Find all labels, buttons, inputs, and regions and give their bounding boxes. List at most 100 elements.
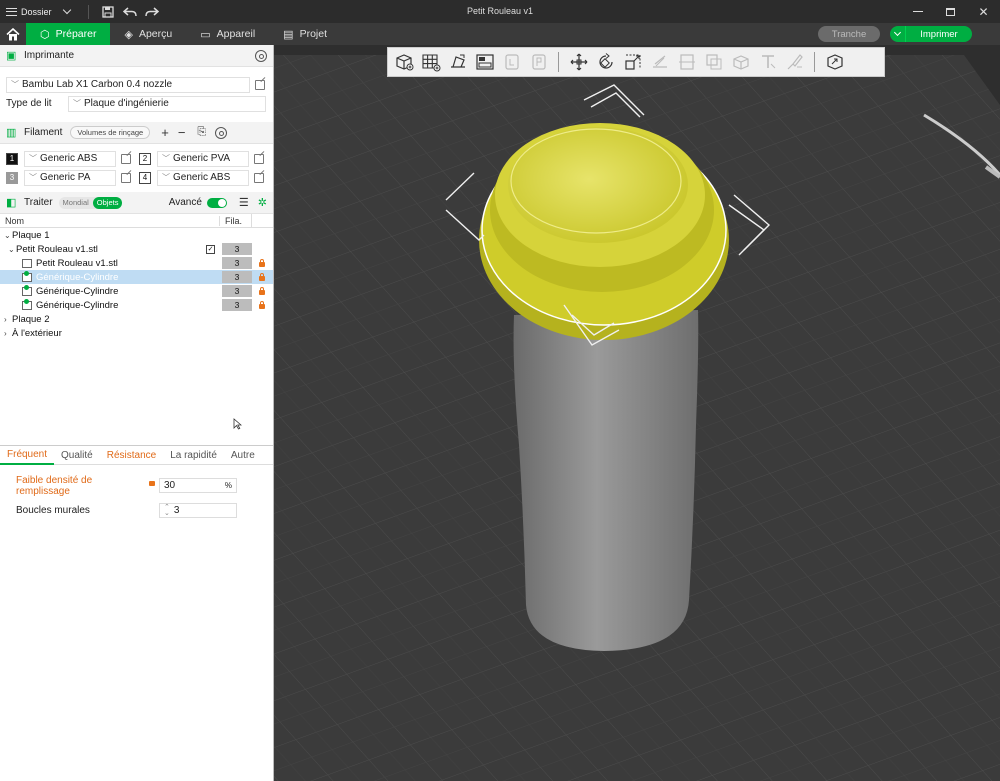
printer-select[interactable]: ﹀ Bambu Lab X1 Carbon 0.4 nozzle [6, 76, 250, 93]
tree-row-part-selected[interactable]: Générique-Cylindre 3 [0, 270, 273, 284]
gear-icon[interactable] [255, 49, 267, 62]
undo-button[interactable] [119, 0, 141, 23]
tab-quality[interactable]: Qualité [54, 445, 100, 465]
filament-select[interactable]: ﹀ Generic ABS [24, 150, 116, 167]
tree-row-plate[interactable]: › Plaque 2 [0, 312, 273, 326]
seam-paint-button[interactable] [754, 49, 781, 75]
flush-volumes-button[interactable]: Volumes de rinçage [70, 126, 151, 139]
cut-tool-button[interactable] [673, 49, 700, 75]
settings-tree-icon[interactable]: ✲ [258, 196, 267, 209]
color-paint-button[interactable] [781, 49, 808, 75]
print-options-dropdown[interactable] [890, 26, 906, 42]
advanced-label: Avancé [168, 197, 202, 208]
tree-row-part[interactable]: Générique-Cylindre 3 [0, 284, 273, 298]
visibility-checkbox[interactable]: ✓ [206, 244, 215, 254]
tab-frequent[interactable]: Fréquent [0, 445, 55, 465]
filament-slot-badge[interactable]: 1 [6, 152, 18, 165]
tree-row-part[interactable]: Générique-Cylindre 3 [0, 298, 273, 312]
add-plate-button[interactable] [417, 49, 444, 75]
tab-preview[interactable]: ◈ Aperçu [110, 23, 186, 45]
support-icon [732, 55, 749, 70]
print-button[interactable]: Imprimer [890, 26, 972, 42]
cylinder-body[interactable] [513, 310, 699, 651]
tab-project[interactable]: ▤ Projet [269, 23, 341, 45]
wall-loops-stepper[interactable]: ⌃ ⌄ 3 [159, 503, 237, 518]
filament-section-header: ▥ Filament Volumes de rinçage + − ⎘ [0, 122, 273, 144]
arrange-button[interactable] [471, 49, 498, 75]
filament-cell[interactable]: 3 [222, 257, 252, 269]
filament-slot-badge[interactable]: 2 [139, 152, 151, 165]
minimize-button[interactable] [901, 0, 934, 23]
boolean-tool-button[interactable] [700, 49, 727, 75]
lock-icon[interactable] [259, 273, 265, 281]
filament-slot-badge[interactable]: 4 [139, 171, 151, 184]
filament-cell[interactable]: 3 [222, 271, 252, 283]
split-objects-button[interactable] [498, 49, 525, 75]
slice-button[interactable]: Tranche [818, 26, 880, 42]
add-filament-icon[interactable]: + [161, 125, 169, 140]
save-button[interactable] [97, 0, 119, 23]
redo-button[interactable] [141, 0, 163, 23]
lock-icon[interactable] [259, 259, 265, 267]
filament-select[interactable]: ﹀ Generic PVA [157, 150, 249, 167]
mode-global-option[interactable]: Mondial [59, 197, 93, 209]
advanced-toggle[interactable] [206, 197, 227, 208]
tab-other[interactable]: Autre [224, 445, 262, 465]
filament-cell[interactable]: 3 [222, 243, 252, 255]
support-paint-button[interactable] [727, 49, 754, 75]
edit-icon[interactable] [121, 172, 131, 183]
auto-orient-button[interactable] [444, 49, 471, 75]
infill-density-label: Faible densité de remplissage [16, 475, 93, 497]
lock-icon[interactable] [259, 287, 265, 295]
filament-select[interactable]: ﹀ Generic ABS [157, 169, 249, 186]
redo-icon [144, 6, 159, 16]
tab-speed[interactable]: La rapidité [163, 445, 224, 465]
split-parts-button[interactable] [525, 49, 552, 75]
3d-viewport[interactable] [274, 45, 1000, 781]
chevron-right-icon: › [4, 314, 7, 324]
tree-row-part[interactable]: Petit Rouleau v1.stl 3 [0, 256, 273, 270]
home-button[interactable] [0, 23, 26, 45]
close-button[interactable]: ✕ [967, 0, 1000, 23]
lock-icon[interactable] [149, 481, 155, 486]
filament-cell[interactable]: 3 [222, 285, 252, 297]
tree-row-plate[interactable]: ⌄ Plaque 1 [0, 228, 273, 242]
scale-tool-button[interactable] [619, 49, 646, 75]
device-icon: ▭ [200, 28, 211, 41]
rotate-tool-button[interactable] [592, 49, 619, 75]
mode-objects-option[interactable]: Objets [92, 196, 123, 209]
split-icon [504, 54, 519, 70]
gear-icon[interactable] [215, 126, 228, 139]
edit-icon[interactable] [121, 153, 131, 164]
tab-prepare[interactable]: ⬡ Préparer [26, 23, 111, 45]
lay-on-face-button[interactable] [646, 49, 673, 75]
move-icon [570, 53, 587, 71]
filament-slot-badge[interactable]: 3 [6, 171, 18, 184]
tab-device[interactable]: ▭ Appareil [186, 23, 269, 45]
grid-icon [421, 54, 440, 72]
infill-density-input[interactable]: 30 % [159, 478, 237, 493]
move-tool-button[interactable] [565, 49, 592, 75]
edit-icon[interactable] [254, 172, 264, 183]
list-icon[interactable]: ☰ [239, 196, 249, 209]
add-object-button[interactable] [390, 49, 417, 75]
tree-row-object[interactable]: ⌄ Petit Rouleau v1.stl ✓ 3 [0, 242, 273, 256]
stepper-arrows-icon[interactable]: ⌃ ⌄ [164, 504, 170, 517]
filament-cell[interactable]: 3 [222, 299, 252, 311]
tab-label: Préparer [55, 28, 97, 40]
bed-type-select[interactable]: ﹀ Plaque d'ingénierie [68, 95, 266, 112]
tree-row-outside[interactable]: › À l'extérieur [0, 326, 273, 340]
edit-icon[interactable] [255, 79, 265, 90]
build-plate-scene[interactable] [274, 45, 1000, 781]
tab-strength[interactable]: Résistance [100, 445, 163, 465]
file-menu-button[interactable]: Dossier [0, 0, 80, 23]
remove-filament-icon[interactable]: − [178, 125, 186, 140]
lock-icon[interactable] [259, 301, 265, 309]
filament-select[interactable]: ﹀ Generic PA [24, 169, 116, 186]
sync-filament-icon[interactable]: ⎘ [197, 126, 206, 139]
assembly-view-button[interactable] [821, 49, 848, 75]
text-tool-icon [761, 55, 775, 69]
col-extra [251, 213, 273, 228]
maximize-button[interactable] [934, 0, 967, 23]
edit-icon[interactable] [254, 153, 264, 164]
